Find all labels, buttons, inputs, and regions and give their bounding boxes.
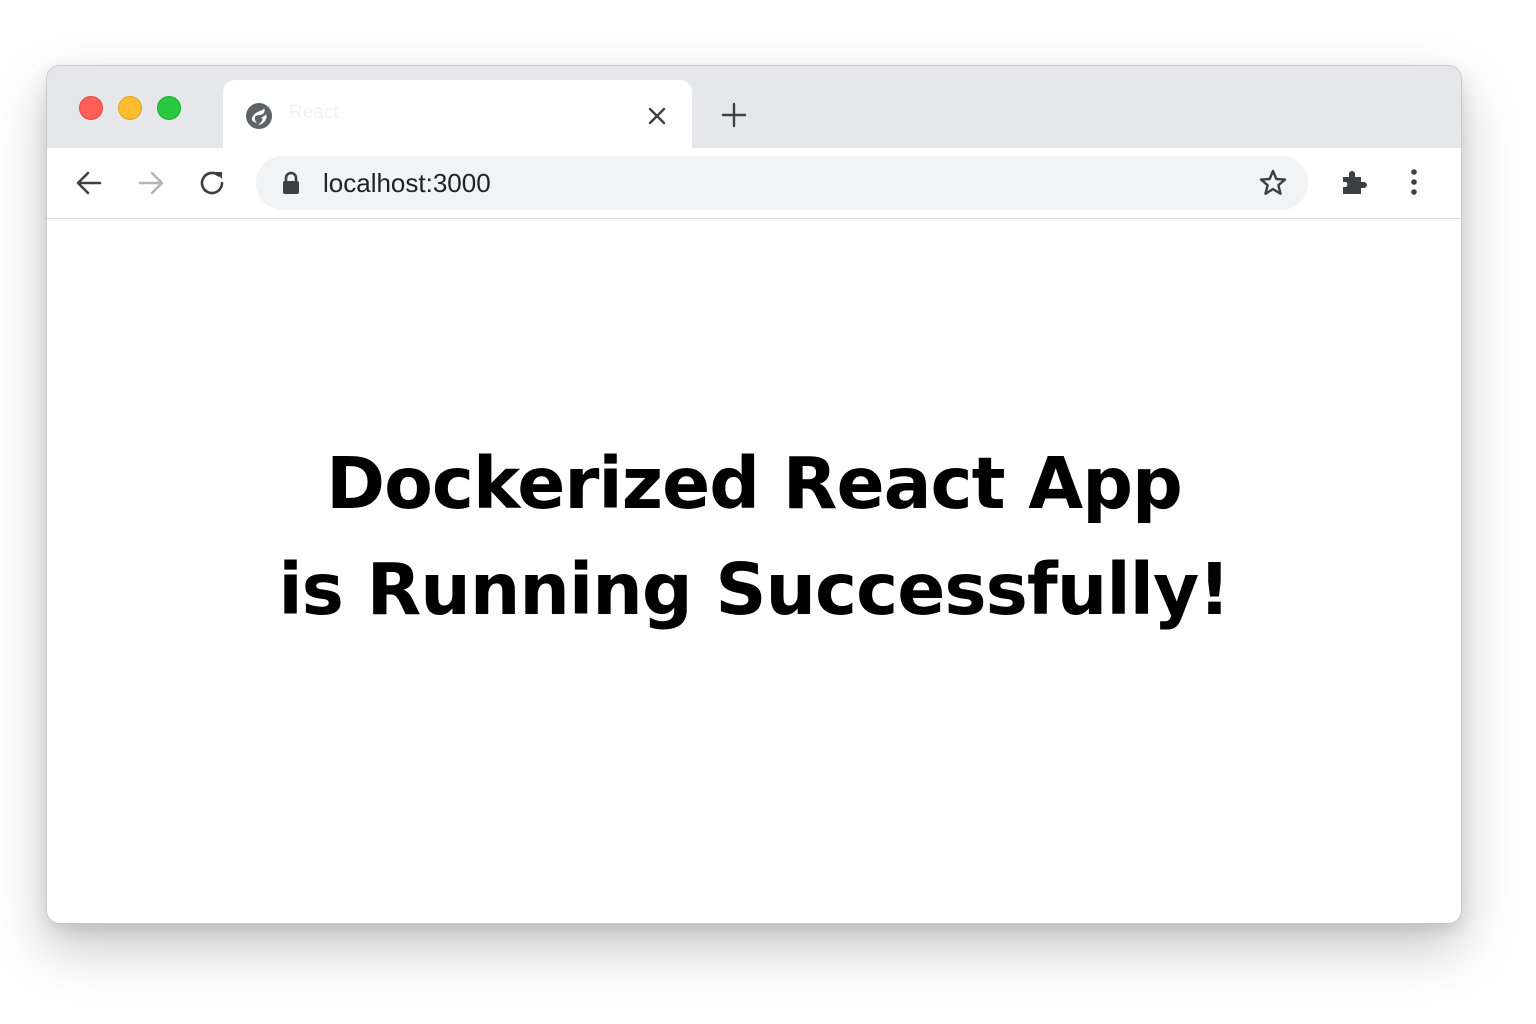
tab-strip: React (47, 66, 1461, 148)
tab-title: React (289, 102, 339, 123)
plus-icon[interactable] (717, 98, 751, 132)
arrow-left-icon[interactable] (71, 165, 107, 201)
address-bar[interactable]: localhost:3000 (256, 156, 1308, 210)
close-icon[interactable] (643, 102, 671, 130)
reload-icon[interactable] (195, 165, 231, 201)
star-icon[interactable] (1258, 168, 1288, 198)
lock-icon[interactable] (280, 171, 302, 195)
page-content: Dockerized React App is Running Successf… (47, 219, 1461, 923)
window-maximize-button[interactable] (157, 96, 181, 120)
arrow-right-icon[interactable] (133, 165, 169, 201)
browser-tab[interactable]: React (223, 80, 692, 148)
page-headline: Dockerized React App is Running Successf… (47, 431, 1461, 643)
headline-line-2: is Running Successfully! (278, 548, 1230, 631)
kebab-menu-icon[interactable] (1397, 165, 1431, 199)
window-minimize-button[interactable] (118, 96, 142, 120)
globe-icon (245, 102, 273, 130)
browser-window: React localhost:3000 Dockerized React Ap… (46, 65, 1462, 924)
puzzle-icon[interactable] (1337, 165, 1371, 199)
headline-line-1: Dockerized React App (326, 442, 1183, 525)
address-bar-url[interactable]: localhost:3000 (323, 169, 491, 197)
browser-toolbar: localhost:3000 (47, 148, 1461, 219)
window-close-button[interactable] (79, 96, 103, 120)
